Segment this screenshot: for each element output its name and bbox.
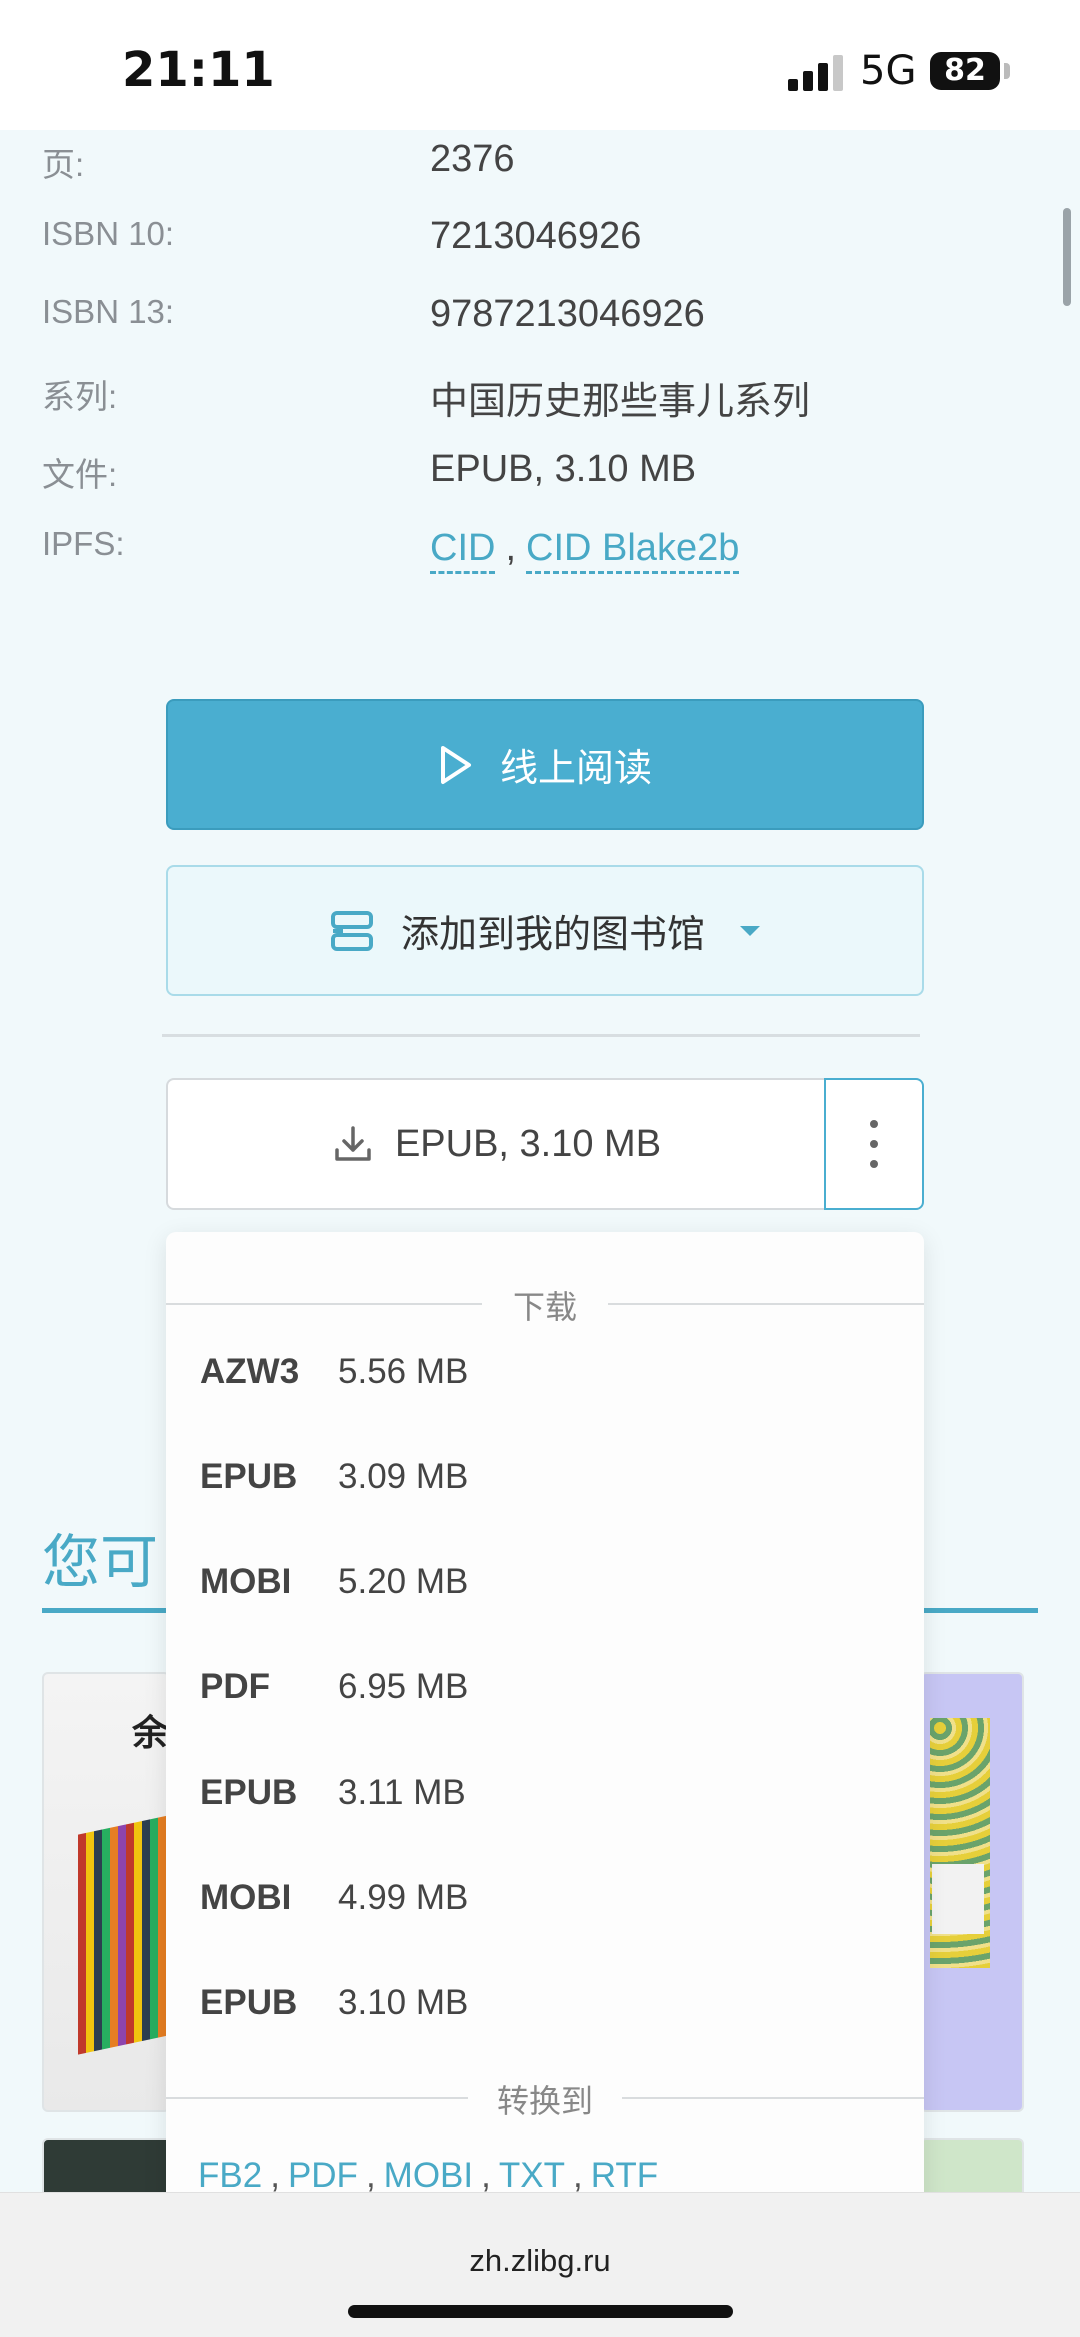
network-type: 5G [860, 48, 917, 94]
format-size: 3.11 MB [338, 1773, 466, 1812]
format-option[interactable]: EPUB 3.11 MB [166, 1755, 924, 1835]
format-option[interactable]: AZW3 5.56 MB [166, 1334, 924, 1414]
book-spines-image [78, 1813, 168, 2055]
detail-row-isbn10: ISBN 10: 7213046926 [0, 215, 1080, 275]
dot [870, 1120, 878, 1128]
format-name: MOBI [200, 1562, 292, 1601]
library-icon [330, 910, 373, 951]
battery-icon: 82 [930, 52, 1000, 90]
format-option[interactable]: EPUB 3.10 MB [166, 1965, 924, 2045]
format-size: 3.10 MB [338, 1983, 469, 2022]
read-online-label: 线上阅读 [499, 748, 652, 790]
convert-pdf-link[interactable]: PDF [288, 2156, 358, 2195]
detail-label: IPFS: [42, 525, 125, 562]
more-options-button[interactable] [824, 1078, 924, 1210]
status-bar: 21:11 5G 82 [0, 0, 1080, 130]
play-icon [440, 745, 471, 784]
ipfs-cid-blake2b-link[interactable]: CID Blake2b [526, 527, 740, 574]
detail-value: 7213046926 [430, 215, 642, 257]
related-section-title: 您可 [42, 1530, 159, 1595]
download-header-label: 下载 [512, 1289, 577, 1325]
detail-label: 系列: [42, 378, 118, 415]
ipfs-links: CID, CID Blake2b [430, 527, 740, 574]
convert-fb2-link[interactable]: FB2 [198, 2156, 262, 2195]
format-name: PDF [200, 1667, 270, 1706]
format-option[interactable]: MOBI 5.20 MB [166, 1544, 924, 1624]
detail-row-isbn13: ISBN 13: 9787213046926 [0, 293, 1080, 353]
format-name: MOBI [200, 1878, 292, 1917]
format-size: 4.99 MB [338, 1878, 469, 1917]
add-to-library-label: 添加到我的图书馆 [400, 914, 705, 956]
convert-rtf-link[interactable]: RTF [591, 2156, 658, 2195]
book-cover-title: 余 [132, 1712, 169, 1754]
download-button[interactable]: EPUB, 3.10 MB [166, 1078, 826, 1210]
format-name: AZW3 [200, 1352, 300, 1391]
detail-value: EPUB, 3.10 MB [430, 448, 697, 490]
home-indicator[interactable] [348, 2305, 733, 2318]
detail-row-pages: 页: 2376 [0, 138, 1080, 198]
detail-row-file: 文件: EPUB, 3.10 MB [0, 448, 1080, 508]
convert-options: FB2, PDF, MOBI, TXT, RTF [198, 2156, 659, 2195]
detail-label: ISBN 10: [42, 215, 175, 252]
format-size: 6.95 MB [338, 1667, 469, 1706]
dot [870, 1160, 878, 1168]
format-option[interactable]: MOBI 4.99 MB [166, 1860, 924, 1940]
download-format-menu: 下载 AZW3 5.56 MB EPUB 3.09 MB MOBI 5.20 M… [166, 1232, 924, 2337]
download-icon [335, 1126, 371, 1161]
read-online-button[interactable]: 线上阅读 [166, 699, 924, 830]
divider [162, 1034, 920, 1037]
download-label: EPUB, 3.10 MB [394, 1122, 662, 1165]
download-header: 下载 [166, 1278, 924, 1328]
ipfs-separator: , [505, 527, 517, 569]
convert-mobi-link[interactable]: MOBI [384, 2156, 473, 2195]
convert-txt-link[interactable]: TXT [499, 2156, 565, 2195]
caret-down-icon [740, 925, 760, 936]
browser-address-bar[interactable]: zh.zlibg.ru [0, 2192, 1080, 2337]
detail-label: 文件: [42, 456, 118, 493]
url-text[interactable]: zh.zlibg.ru [0, 2243, 1080, 2279]
format-option[interactable]: PDF 6.95 MB [166, 1649, 924, 1729]
convert-header: 转换到 [166, 2072, 924, 2122]
download-button-group: EPUB, 3.10 MB [166, 1078, 924, 1210]
dot [870, 1140, 878, 1148]
format-name: EPUB [200, 1457, 298, 1496]
detail-label: 页: [42, 146, 85, 183]
detail-row-series: 系列: 中国历史那些事儿系列 [0, 370, 1080, 430]
detail-row-ipfs: IPFS: CID, CID Blake2b [0, 525, 1080, 595]
format-name: EPUB [200, 1773, 298, 1812]
convert-header-label: 转换到 [496, 2083, 593, 2119]
cellular-signal-icon [788, 55, 844, 91]
format-name: EPUB [200, 1983, 298, 2022]
format-option[interactable]: EPUB 3.09 MB [166, 1439, 924, 1519]
book-cover[interactable]: 余 [42, 1672, 170, 2112]
ipfs-cid-link[interactable]: CID [430, 527, 496, 574]
format-size: 3.09 MB [338, 1457, 469, 1496]
detail-value: 9787213046926 [430, 293, 705, 335]
format-size: 5.20 MB [338, 1562, 469, 1601]
detail-value: 2376 [430, 138, 515, 180]
detail-label: ISBN 13: [42, 293, 175, 330]
detail-value: 中国历史那些事儿系列 [430, 381, 811, 423]
cover-label-area [932, 1864, 984, 1934]
battery-nub [1004, 63, 1010, 79]
scrollbar[interactable] [1063, 208, 1071, 306]
format-size: 5.56 MB [338, 1352, 469, 1391]
add-to-library-button[interactable]: 添加到我的图书馆 [166, 865, 924, 996]
status-time: 21:11 [122, 42, 275, 98]
book-cover[interactable] [920, 1672, 1024, 2112]
